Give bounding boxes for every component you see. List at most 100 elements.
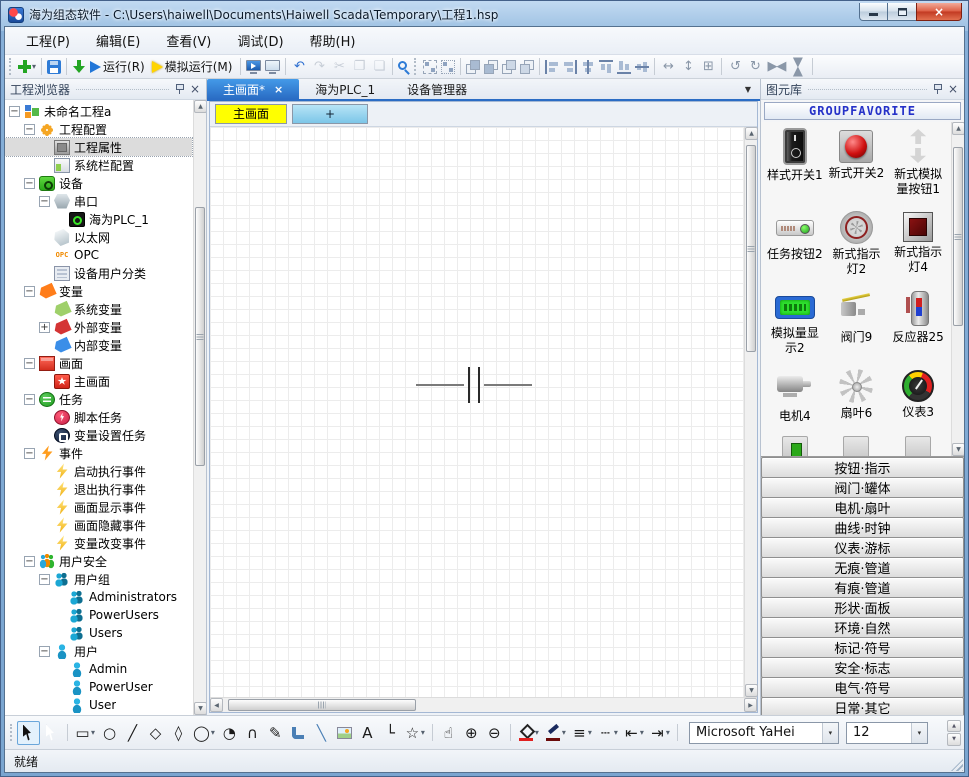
same-size-button[interactable]: ⊞ bbox=[698, 56, 718, 78]
text-tool[interactable]: A bbox=[356, 721, 379, 745]
circle-tool[interactable]: ○ bbox=[98, 721, 121, 745]
simulate-run-button[interactable]: 模拟运行(M) bbox=[150, 56, 238, 78]
tree-item[interactable]: 画面隐藏事件 bbox=[5, 516, 192, 534]
tree-item[interactable]: −事件 bbox=[5, 444, 192, 462]
palette-item[interactable]: 任务按钮2 bbox=[765, 209, 825, 277]
screen-page-tab-main[interactable]: 主画面 bbox=[215, 104, 287, 124]
diamond-tool[interactable]: ◇ bbox=[144, 721, 167, 745]
scroll-up-icon[interactable]: ▲ bbox=[745, 127, 758, 140]
scrollbar-track[interactable] bbox=[223, 698, 744, 712]
palette-category[interactable]: 电气·符号 bbox=[761, 677, 964, 698]
add-screen-page-button[interactable]: + bbox=[292, 104, 368, 124]
align-bottom-button[interactable] bbox=[615, 56, 633, 78]
line-color-tool[interactable]: ▾ bbox=[542, 721, 569, 745]
bezier-tool[interactable]: ✎ bbox=[264, 721, 287, 745]
expander-icon[interactable]: − bbox=[24, 124, 35, 135]
line-style-tool[interactable]: ┄▾ bbox=[595, 721, 621, 745]
tree-item[interactable]: 系统变量 bbox=[5, 300, 192, 318]
pan-tool[interactable]: ☝ bbox=[437, 721, 460, 745]
tree-item[interactable]: 工程属性 bbox=[5, 138, 192, 156]
zoom-out-tool[interactable]: ⊖ bbox=[483, 721, 506, 745]
palette-scrollbar[interactable]: ▲ ▼ bbox=[951, 122, 964, 456]
palette-item[interactable]: 仪表3 bbox=[888, 368, 948, 424]
tree-item[interactable]: 主画面 bbox=[5, 372, 192, 390]
expander-icon[interactable]: − bbox=[9, 106, 20, 117]
expander-icon[interactable]: − bbox=[39, 574, 50, 585]
toolbar-overflow-spinner[interactable]: ▲ ▼ bbox=[947, 720, 961, 746]
tree-item[interactable]: 海为PLC_1 bbox=[5, 210, 192, 228]
tree-item[interactable]: 画面显示事件 bbox=[5, 498, 192, 516]
tab-main-screen[interactable]: 主画面*× bbox=[207, 79, 299, 99]
bring-to-front-button[interactable] bbox=[464, 56, 482, 78]
expander-icon[interactable]: − bbox=[24, 448, 35, 459]
spin-down-icon[interactable]: ▼ bbox=[947, 733, 961, 746]
tree-item[interactable]: User bbox=[5, 696, 192, 714]
zoom-in-tool[interactable]: ⊕ bbox=[460, 721, 483, 745]
palette-item[interactable]: 扇叶6 bbox=[827, 368, 887, 424]
tree-item[interactable]: 系统栏配置 bbox=[5, 156, 192, 174]
expander-icon[interactable]: − bbox=[39, 196, 50, 207]
menu-item[interactable]: 帮助(H) bbox=[297, 27, 369, 54]
undo-button[interactable]: ↶ bbox=[289, 56, 309, 78]
contact-symbol[interactable] bbox=[416, 367, 532, 403]
align-top-button[interactable] bbox=[597, 56, 615, 78]
monitor-button[interactable] bbox=[263, 56, 282, 78]
scrollbar-track[interactable] bbox=[194, 113, 206, 702]
tree-item[interactable]: 设备用户分类 bbox=[5, 264, 192, 282]
palette-item-partial[interactable] bbox=[827, 436, 887, 456]
rotate-right-button[interactable]: ↻ bbox=[745, 56, 765, 78]
close-panel-icon[interactable]: × bbox=[947, 83, 959, 95]
palette-category[interactable]: 安全·标志 bbox=[761, 657, 964, 678]
palette-item-partial[interactable] bbox=[888, 436, 948, 456]
flip-horizontal-button[interactable]: ▶◀ bbox=[765, 56, 787, 78]
canvas-vertical-scrollbar[interactable]: ▲ ▼ bbox=[744, 127, 757, 697]
scroll-up-icon[interactable]: ▲ bbox=[194, 100, 206, 113]
expander-icon[interactable]: − bbox=[24, 178, 35, 189]
tree-item[interactable]: Users bbox=[5, 624, 192, 642]
palette-item[interactable]: 新式指示灯4 bbox=[888, 209, 948, 277]
scroll-down-icon[interactable]: ▼ bbox=[745, 684, 758, 697]
tree-item[interactable]: PowerUsers bbox=[5, 606, 192, 624]
tab-plc[interactable]: 海为PLC_1 bbox=[299, 79, 391, 99]
scrollbar-thumb[interactable] bbox=[195, 207, 205, 466]
tree-item[interactable]: −工程配置 bbox=[5, 120, 192, 138]
palette-item[interactable]: 新式开关2 bbox=[827, 128, 887, 197]
align-left-button[interactable] bbox=[543, 56, 561, 78]
tree-item[interactable]: 变量改变事件 bbox=[5, 534, 192, 552]
align-center-horizontal-button[interactable] bbox=[579, 56, 597, 78]
palette-category[interactable]: 按钮·指示 bbox=[761, 457, 964, 478]
align-middle-button[interactable] bbox=[633, 56, 651, 78]
palette-item[interactable]: 样式开关1 bbox=[765, 128, 825, 197]
menu-item[interactable]: 查看(V) bbox=[153, 27, 224, 54]
palette-item[interactable]: 电机4 bbox=[765, 368, 825, 424]
palette-category[interactable]: 仪表·游标 bbox=[761, 537, 964, 558]
tree-item[interactable]: 内部变量 bbox=[5, 336, 192, 354]
expander-icon[interactable]: + bbox=[39, 322, 50, 333]
tab-list-dropdown-icon[interactable]: ▼ bbox=[736, 85, 760, 94]
scroll-left-icon[interactable]: ◀ bbox=[210, 698, 223, 712]
font-select[interactable]: Microsoft YaHei ▾ bbox=[689, 722, 839, 744]
same-height-button[interactable]: ↕ bbox=[678, 56, 698, 78]
flip-vertical-button[interactable]: ▶◀ bbox=[787, 56, 809, 78]
palette-category[interactable]: 阀门·罐体 bbox=[761, 477, 964, 498]
scrollbar-thumb[interactable] bbox=[228, 699, 416, 711]
scroll-down-icon[interactable]: ▼ bbox=[194, 702, 206, 715]
fill-color-tool[interactable]: ▾ bbox=[515, 721, 542, 745]
line-tool[interactable]: ╱ bbox=[121, 721, 144, 745]
arrow-start-tool[interactable]: ⇤▾ bbox=[621, 721, 647, 745]
canvas-horizontal-scrollbar[interactable]: ◀ ▶ bbox=[210, 697, 757, 712]
palette-category[interactable]: 形状·面板 bbox=[761, 597, 964, 618]
expander-icon[interactable]: − bbox=[24, 286, 35, 297]
polyline-tool[interactable]: └ bbox=[379, 721, 402, 745]
palette-item[interactable]: 模拟量显示2 bbox=[765, 289, 825, 356]
tree-item[interactable]: −用户安全 bbox=[5, 552, 192, 570]
scrollbar-thumb[interactable] bbox=[746, 145, 756, 352]
line-width-tool[interactable]: ≡▾ bbox=[569, 721, 595, 745]
tree-item[interactable]: −设备 bbox=[5, 174, 192, 192]
pipe-tool[interactable] bbox=[287, 721, 310, 745]
group-button[interactable] bbox=[421, 56, 439, 78]
download-button[interactable] bbox=[70, 56, 88, 78]
run-button[interactable]: 运行(R) bbox=[88, 56, 150, 78]
tree-item[interactable]: OPCOPC bbox=[5, 246, 192, 264]
closed-curve-tool[interactable]: ◔ bbox=[218, 721, 241, 745]
